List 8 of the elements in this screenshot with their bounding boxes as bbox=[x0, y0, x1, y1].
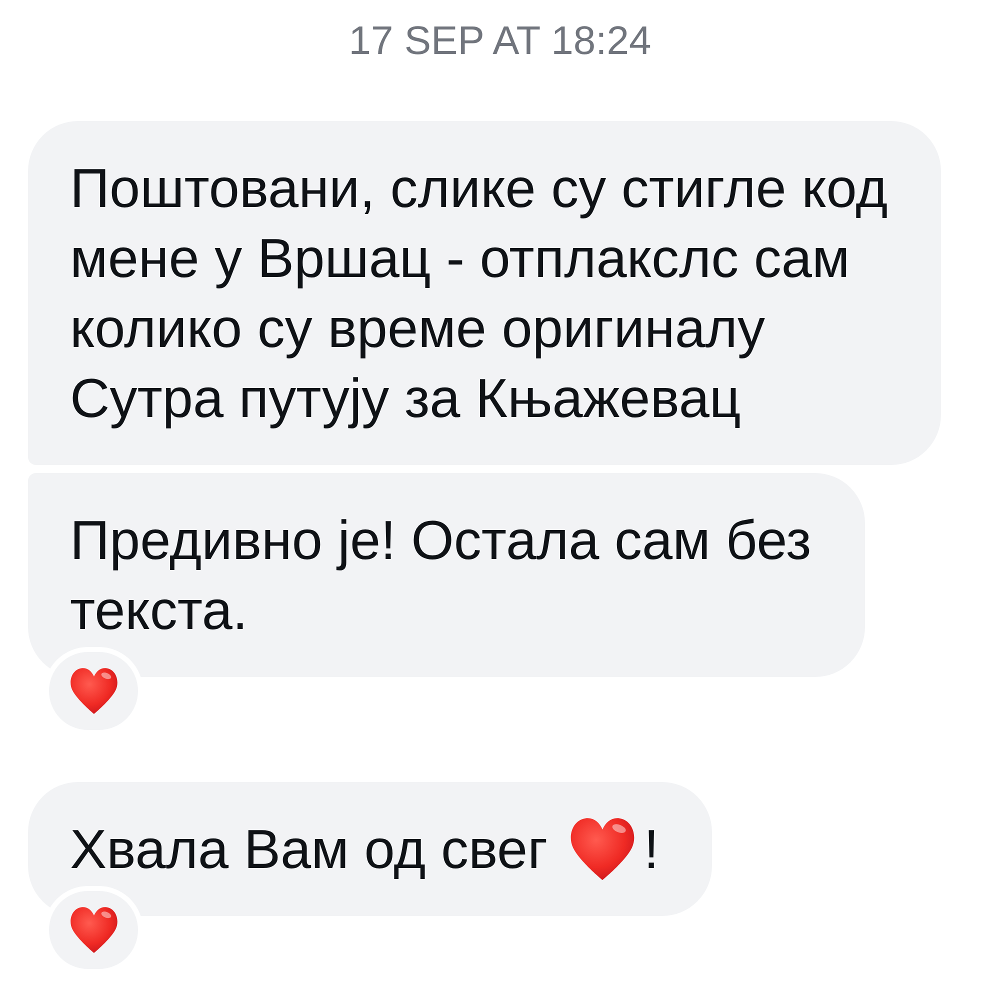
message-text: Поштовани, слике су стигле код мене у Вршац - отплакслс сам колико су време оригиналу Сутра путују за Књажевац bbox=[70, 157, 888, 429]
heart-icon bbox=[70, 668, 118, 714]
message-text: Хвала Вам од свег bbox=[70, 818, 548, 880]
message-text: ! bbox=[644, 818, 659, 880]
heart-icon bbox=[570, 818, 635, 880]
heart-icon bbox=[70, 907, 118, 953]
message-text: Предивно је! Остала сам без текста. bbox=[70, 509, 812, 641]
timestamp: 17 SEP AT 18:24 bbox=[348, 18, 652, 65]
